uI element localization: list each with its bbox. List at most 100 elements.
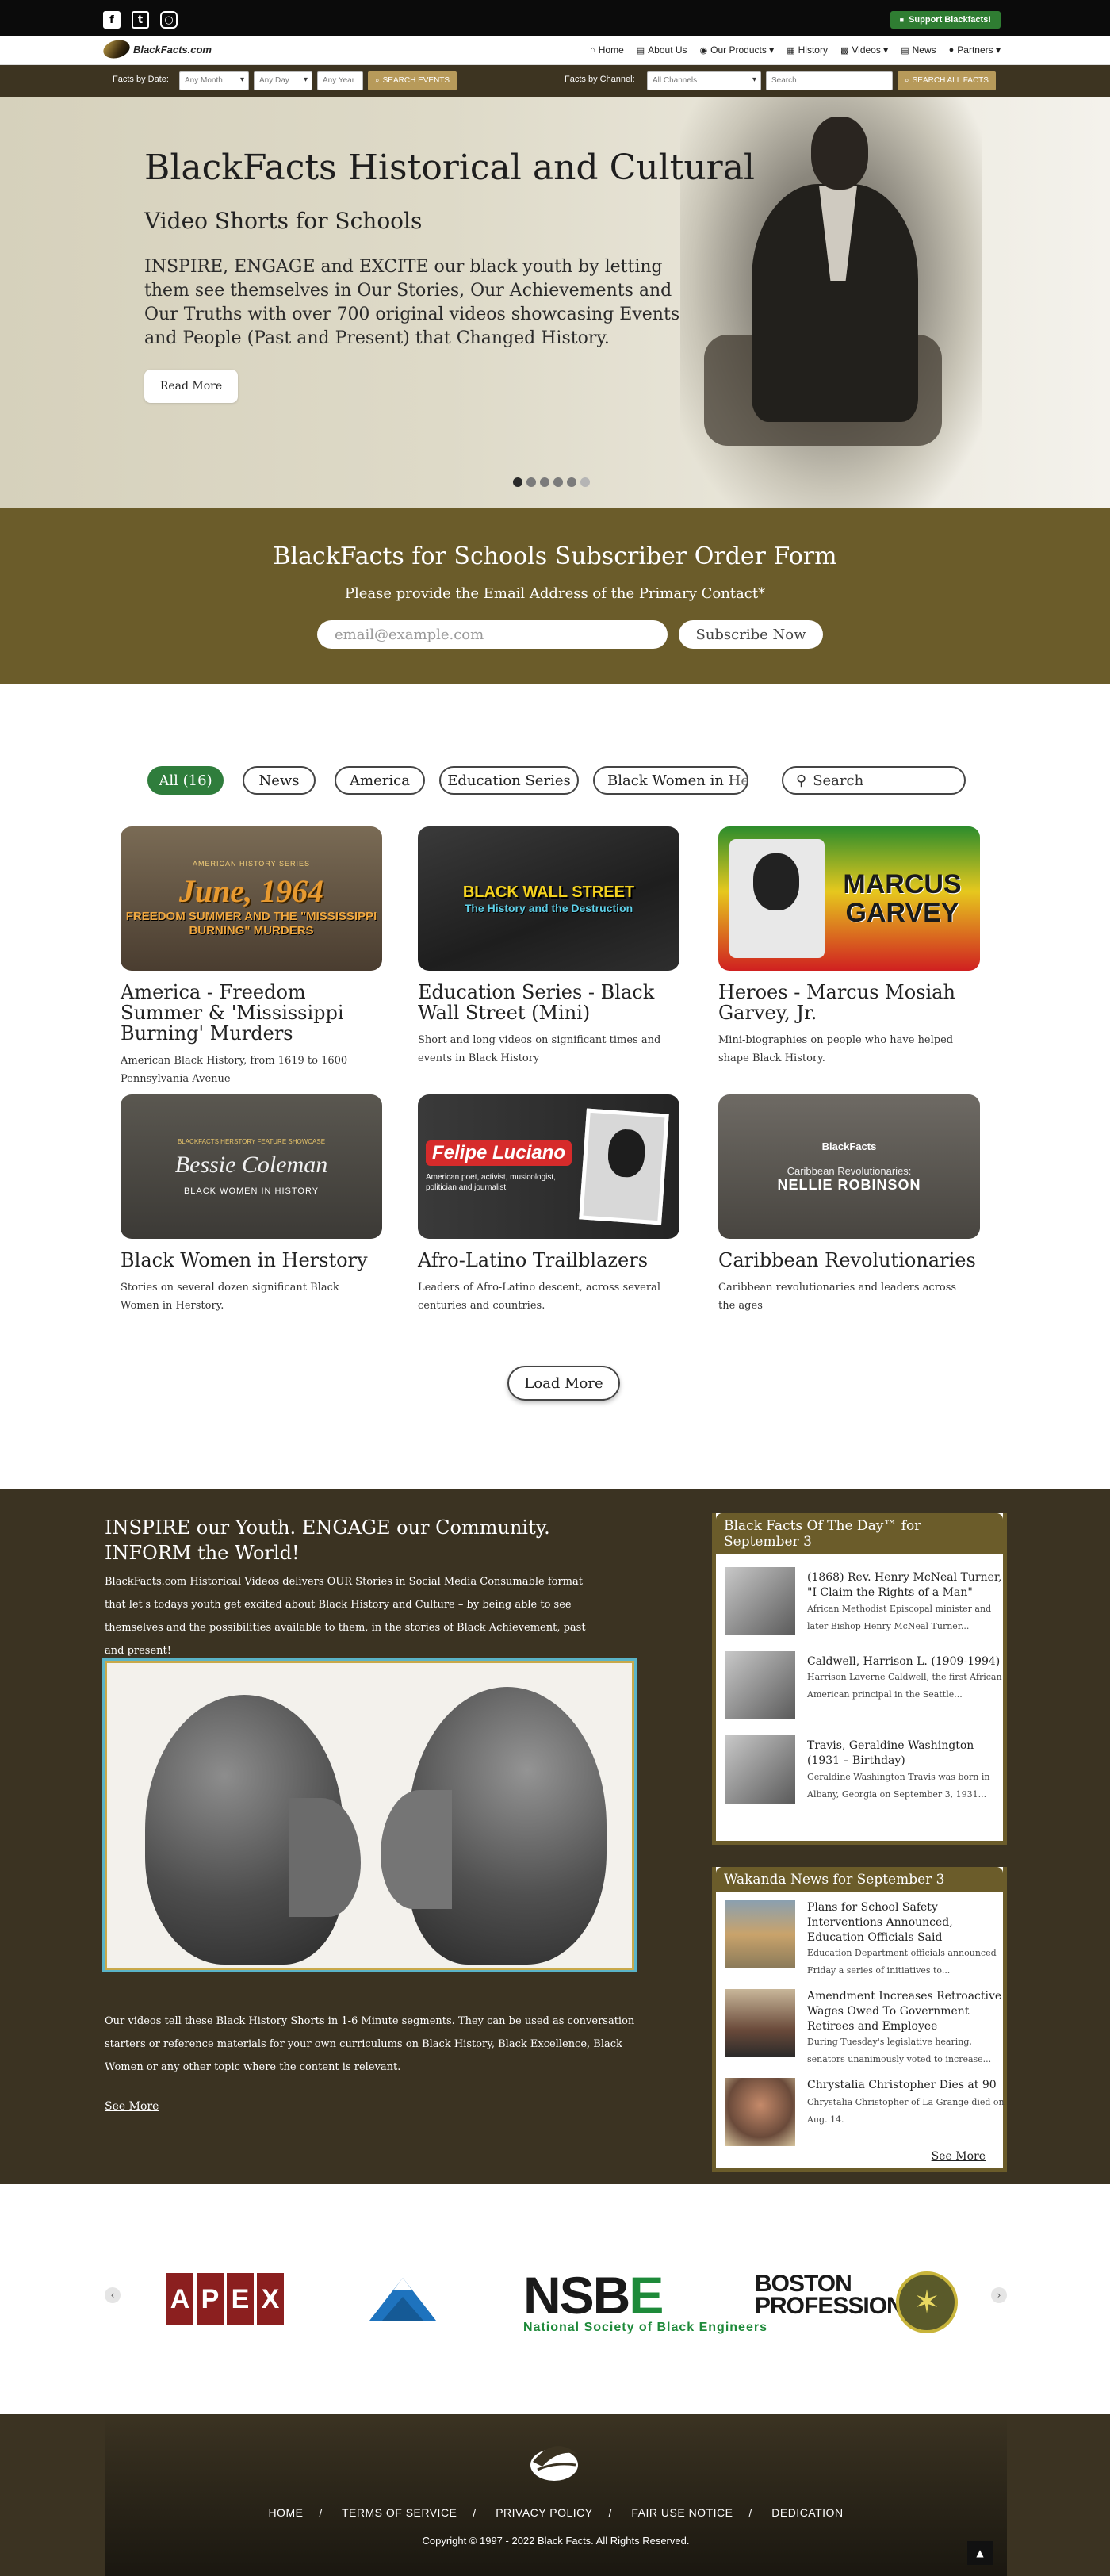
thumb-header: AMERICAN HISTORY SERIES (192, 859, 311, 868)
mountain-logo[interactable] (366, 2273, 439, 2325)
mission-heading: INSPIRE our Youth. ENGAGE our Community.… (105, 1515, 550, 1566)
nav-home[interactable]: ⌂ Home (590, 44, 624, 56)
video-thumbnail[interactable]: MARCUS GARVEY (718, 826, 980, 971)
nav-news[interactable]: ▤ News (901, 44, 936, 56)
fact-title[interactable]: Caldwell, Harrison L. (1909-1994) (807, 1654, 1005, 1669)
video-title[interactable]: Heroes - Marcus Mosiah Garvey, Jr. (718, 982, 980, 1023)
video-title[interactable]: Education Series - Black Wall Street (Mi… (418, 982, 679, 1023)
news-thumbnail[interactable] (725, 1900, 795, 1968)
blackfacts-logo[interactable]: BlackFacts.com (101, 36, 212, 62)
day-select[interactable]: Any Day (254, 71, 312, 90)
search-all-facts-button[interactable]: SEARCH ALL FACTS (898, 71, 996, 90)
list-item[interactable]: Chrystalia Christopher Dies at 90 Chryst… (716, 2070, 1005, 2159)
nav-videos[interactable]: ▩ Videos ▾ (840, 44, 888, 56)
carousel-dot-2[interactable] (526, 477, 536, 487)
footer-link-terms[interactable]: TERMS OF SERVICE (342, 2506, 457, 2519)
video-title[interactable]: Black Women in Herstory (121, 1250, 382, 1271)
video-thumbnail[interactable]: Felipe Luciano American poet, activist, … (418, 1094, 679, 1239)
read-more-button[interactable]: Read More (144, 370, 238, 403)
video-card[interactable]: BlackFacts Caribbean Revolutionaries: NE… (718, 1094, 980, 1315)
video-thumbnail[interactable]: AMERICAN HISTORY SERIES June, 1964 FREED… (121, 826, 382, 971)
star-seal-logo[interactable]: ✶ (896, 2271, 958, 2333)
video-card[interactable]: AMERICAN HISTORY SERIES June, 1964 FREED… (121, 826, 382, 1088)
load-more-button[interactable]: Load More (507, 1366, 620, 1401)
carousel-dot-6[interactable] (580, 477, 590, 487)
nsbe-boston-logo[interactable]: NSBE BOSTON PROFESSIONALS National Socie… (523, 2269, 949, 2335)
chip-black-women-in-herstory[interactable]: Black Women in Herstory (593, 766, 748, 795)
list-item[interactable]: Travis, Geraldine Washington (1931 – Bir… (716, 1723, 1003, 1807)
video-card[interactable]: BLACKFACTS HERSTORY FEATURE SHOWCASE Bes… (121, 1094, 382, 1315)
list-item[interactable]: Plans for School Safety Interventions An… (716, 1892, 1003, 1981)
search-icon: ⚲ (796, 772, 807, 789)
email-field[interactable]: email@example.com (317, 620, 668, 649)
video-card[interactable]: Felipe Luciano American poet, activist, … (418, 1094, 679, 1315)
nav-partners[interactable]: ● Partners ▾ (949, 44, 1001, 56)
nav-videos-label: Videos ▾ (852, 44, 889, 56)
chip-black-women-label: Black Women in Herstory (607, 772, 747, 789)
hero-subtitle: Video Shorts for Schools (144, 208, 423, 234)
footer-logo-icon[interactable] (526, 2438, 582, 2486)
fact-thumbnail[interactable] (725, 1651, 795, 1719)
thumb-big-text: Bessie Coleman (174, 1151, 328, 1178)
news-thumbnail[interactable] (725, 1989, 795, 2057)
list-item[interactable]: Caldwell, Harrison L. (1909-1994) Harris… (716, 1639, 1003, 1723)
nav-history[interactable]: ▦ History (787, 44, 828, 56)
nav-about[interactable]: ▤ About Us (637, 44, 687, 56)
list-item[interactable]: (1868) Rev. Henry McNeal Turner, "I Clai… (716, 1554, 1003, 1639)
facebook-icon[interactable]: f (103, 11, 121, 29)
chip-news[interactable]: News (243, 766, 316, 795)
month-select[interactable]: Any Month (179, 71, 249, 90)
footer-link-privacy[interactable]: PRIVACY POLICY (496, 2506, 592, 2519)
support-blackfacts-button[interactable]: Support Blackfacts! (890, 11, 1001, 29)
year-input[interactable]: Any Year (317, 71, 363, 90)
video-thumbnail[interactable]: BlackFacts Caribbean Revolutionaries: NE… (718, 1094, 980, 1239)
apex-letter: E (227, 2273, 254, 2325)
footer-link-dedication[interactable]: DEDICATION (771, 2506, 843, 2519)
fact-title[interactable]: (1868) Rev. Henry McNeal Turner, "I Clai… (807, 1570, 1005, 1600)
video-card[interactable]: MARCUS GARVEY Heroes - Marcus Mosiah Gar… (718, 826, 980, 1068)
video-title[interactable]: Caribbean Revolutionaries (718, 1250, 980, 1271)
search-events-button[interactable]: SEARCH EVENTS (368, 71, 457, 90)
facts-search-input[interactable]: Search (766, 71, 893, 90)
video-thumbnail[interactable]: BLACK WALL STREET The History and the De… (418, 826, 679, 971)
footer-link-fair-use[interactable]: FAIR USE NOTICE (631, 2506, 733, 2519)
chip-all[interactable]: All (16) (147, 766, 224, 795)
fact-title[interactable]: Travis, Geraldine Washington (1931 – Bir… (807, 1738, 1005, 1769)
chip-america[interactable]: America (335, 766, 425, 795)
see-more-link[interactable]: See More (105, 2100, 159, 2113)
channel-select[interactable]: All Channels (647, 71, 761, 90)
fact-thumbnail[interactable] (725, 1567, 795, 1635)
video-search-input[interactable]: ⚲ Search (782, 766, 966, 795)
hero-title: BlackFacts Historical and Cultural (144, 148, 755, 188)
video-title[interactable]: America - Freedom Summer & 'Mississippi … (121, 982, 382, 1044)
hero-carousel: BlackFacts Historical and Cultural Video… (0, 97, 1110, 508)
list-item[interactable]: Amendment Increases Retroactive Wages Ow… (716, 1981, 1003, 2070)
carousel-next-icon[interactable]: › (991, 2287, 1007, 2303)
footer-link-home[interactable]: HOME (268, 2506, 303, 2519)
order-form-title: BlackFacts for Schools Subscriber Order … (273, 542, 837, 570)
news-thumbnail[interactable] (725, 2078, 795, 2146)
news-title[interactable]: Chrystalia Christopher Dies at 90 (807, 2078, 1005, 2093)
video-title[interactable]: Afro-Latino Trailblazers (418, 1250, 679, 1271)
nav-products[interactable]: ◉ Our Products ▾ (700, 44, 775, 56)
video-thumbnail[interactable]: BLACKFACTS HERSTORY FEATURE SHOWCASE Bes… (121, 1094, 382, 1239)
news-see-more-link[interactable]: See More (932, 2150, 986, 2163)
instagram-icon[interactable]: ○ (160, 11, 178, 29)
fact-thumbnail[interactable] (725, 1735, 795, 1804)
video-description: Mini-biographies on people who have help… (718, 1034, 954, 1064)
thumb-small-text: American poet, activist, musicologist, p… (426, 1173, 556, 1192)
twitter-icon[interactable]: t (132, 11, 149, 29)
carousel-dot-3[interactable] (540, 477, 549, 487)
apex-logo[interactable]: A P E X (166, 2273, 284, 2325)
carousel-dot-4[interactable] (553, 477, 563, 487)
subscribe-now-button[interactable]: Subscribe Now (679, 620, 823, 649)
carousel-dot-1[interactable] (513, 477, 522, 487)
back-to-top-button[interactable]: ▲ (967, 2541, 993, 2565)
video-card[interactable]: BLACK WALL STREET The History and the De… (418, 826, 679, 1068)
thumb-big-text: Felipe Luciano (426, 1140, 572, 1166)
chip-education-series[interactable]: Education Series (439, 766, 579, 795)
carousel-dot-5[interactable] (567, 477, 576, 487)
news-title[interactable]: Plans for School Safety Interventions An… (807, 1900, 1005, 1945)
news-title[interactable]: Amendment Increases Retroactive Wages Ow… (807, 1989, 1005, 2034)
carousel-prev-icon[interactable]: ‹ (105, 2287, 121, 2303)
